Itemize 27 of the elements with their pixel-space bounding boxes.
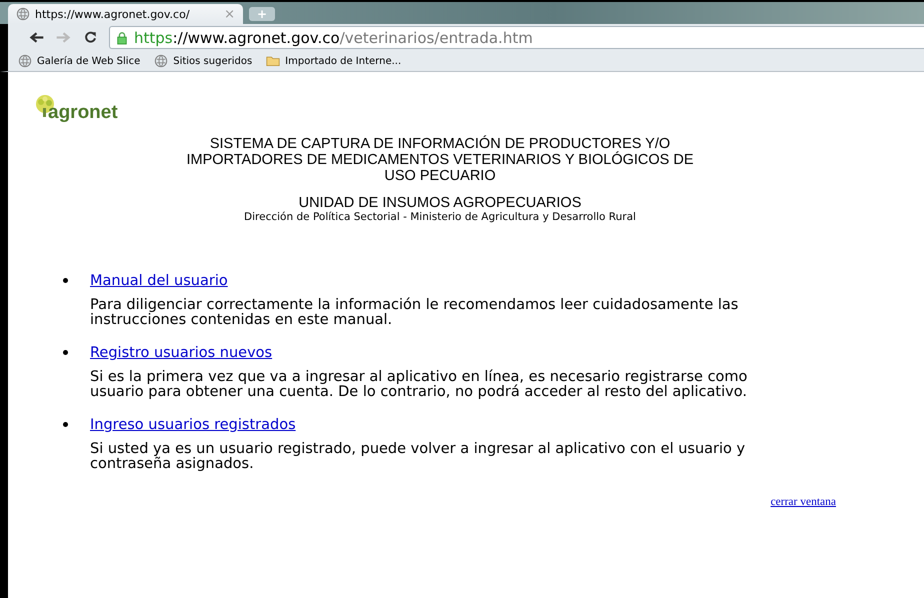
globe-icon [16,7,30,21]
folder-icon [266,54,280,68]
link[interactable]: Registro usuarios nuevos [90,345,272,361]
lock-icon [116,30,128,44]
logo: agronet [30,94,118,124]
bullet-icon [63,350,68,355]
link[interactable]: Ingreso usuarios registrados [90,417,296,433]
description: Si es la primera vez que va a ingresar al aplicativo en línea, es necesario registrarse como usuario para obtener una cuenta. De lo contrario, no podrá acceder al resto del aplicativo. [90,370,748,400]
description: Para diligenciar correctamente la información le recomendamos leer cuidadosamente las instrucciones contenidas en este manual. [90,298,740,328]
subtitle: Dirección de Política Sectorial - Ministerio de Agricultura y Desarrollo Rural [243,211,637,224]
bookmark-item[interactable]: Sitios sugeridos [154,54,252,68]
close-window-link[interactable]: cerrar ventana [770,496,836,508]
link[interactable]: Manual del usuario [90,273,228,289]
address-bar[interactable]: https://www.agronet.gov.co/veterinarios/entrada.htm [109,26,924,49]
reload-icon[interactable] [82,30,99,45]
description: Si usted ya es un usuario registrado, puede volver a ingresar al aplicativo con el usuario y contraseña asignados. [90,442,746,472]
page-title: SISTEMA DE CAPTURA DE INFORMACIÓN DE PRODUCTORES Y/O IMPORTADORES DE MEDICAMENTOS VETERINARIOS Y BIOLÓGICOS DE USO PECUARIO [185,136,695,184]
browser-tab[interactable]: https://www.agronet.gov.co/ × [8,4,243,24]
bookmark-item[interactable]: Importado de Interne... [266,54,402,68]
bullet-icon [63,422,68,427]
back-icon[interactable] [28,30,45,45]
tab-title: https://www.agronet.gov.co/ [35,8,191,20]
globe-icon [154,54,168,68]
unit-heading: UNIDAD DE INSUMOS AGROPECUARIOS [298,195,582,211]
bullet-icon [63,278,68,283]
bookmark-item[interactable]: Galería de Web Slice [18,54,140,68]
globe-icon [18,54,32,68]
